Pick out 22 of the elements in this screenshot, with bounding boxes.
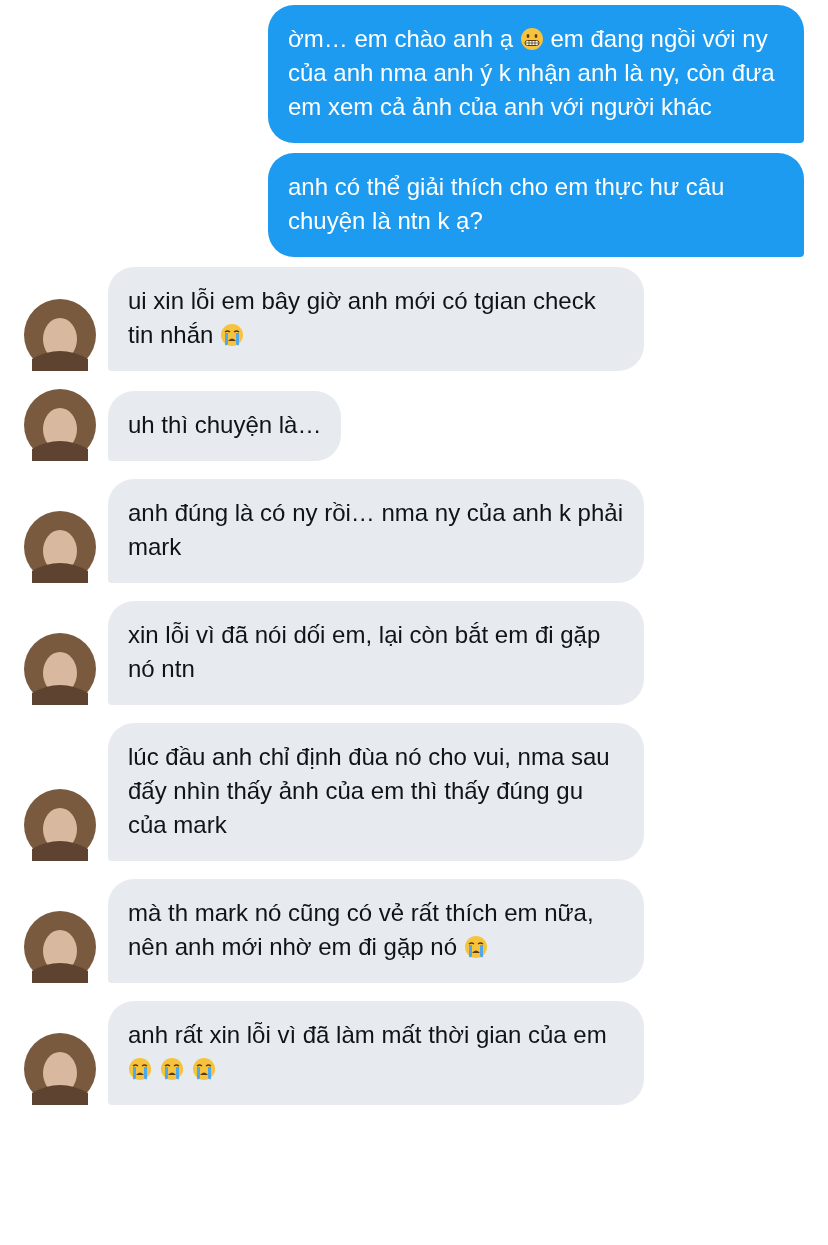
avatar-icon — [24, 633, 96, 705]
message-text: mà th mark nó cũng có vẻ rất thích em nữa, nên anh mới nhờ em đi gặp nó — [128, 898, 595, 962]
message-text: anh rất xin lỗi vì đã làm mất thời gian của em — [128, 1018, 624, 1086]
avatar-icon — [24, 299, 96, 371]
avatar-icon — [24, 789, 96, 861]
avatar-icon — [24, 1033, 96, 1105]
crying-emoji-icon — [192, 1057, 216, 1081]
message-text: ờm… em chào anh ạ em đang ngồi với ny của anh nma anh ý k nhận anh là ny, còn đưa em xem cả ảnh của anh với người khác — [288, 24, 776, 122]
crying-emoji-icon — [128, 1057, 152, 1081]
message-text: anh đúng là có ny rồi… nma ny của anh k phải mark — [128, 498, 624, 562]
message-text: lúc đầu anh chỉ định đùa nó cho vui, nma sau đấy nhìn thấy ảnh của em thì thấy đúng gu của mark — [128, 742, 611, 840]
crying-emoji-icon — [220, 323, 245, 347]
message-text: ui xin lỗi em bây giờ anh mới có tgian check tin nhắn — [128, 286, 597, 350]
message-text: uh thì chuyện là… — [128, 410, 322, 440]
avatar-icon — [24, 511, 96, 583]
grimacing-emoji-icon — [519, 27, 544, 51]
avatar-icon — [24, 389, 96, 461]
message-text: xin lỗi vì đã nói dối em, lại còn bắt em đi gặp nó ntn — [128, 620, 602, 684]
crying-emoji-icon — [463, 935, 488, 959]
crying-emoji-icon — [160, 1057, 184, 1081]
avatar-icon — [24, 911, 96, 983]
message-text: anh có thể giải thích cho em thực hư câu chuyện là ntn k ạ? — [288, 172, 726, 236]
